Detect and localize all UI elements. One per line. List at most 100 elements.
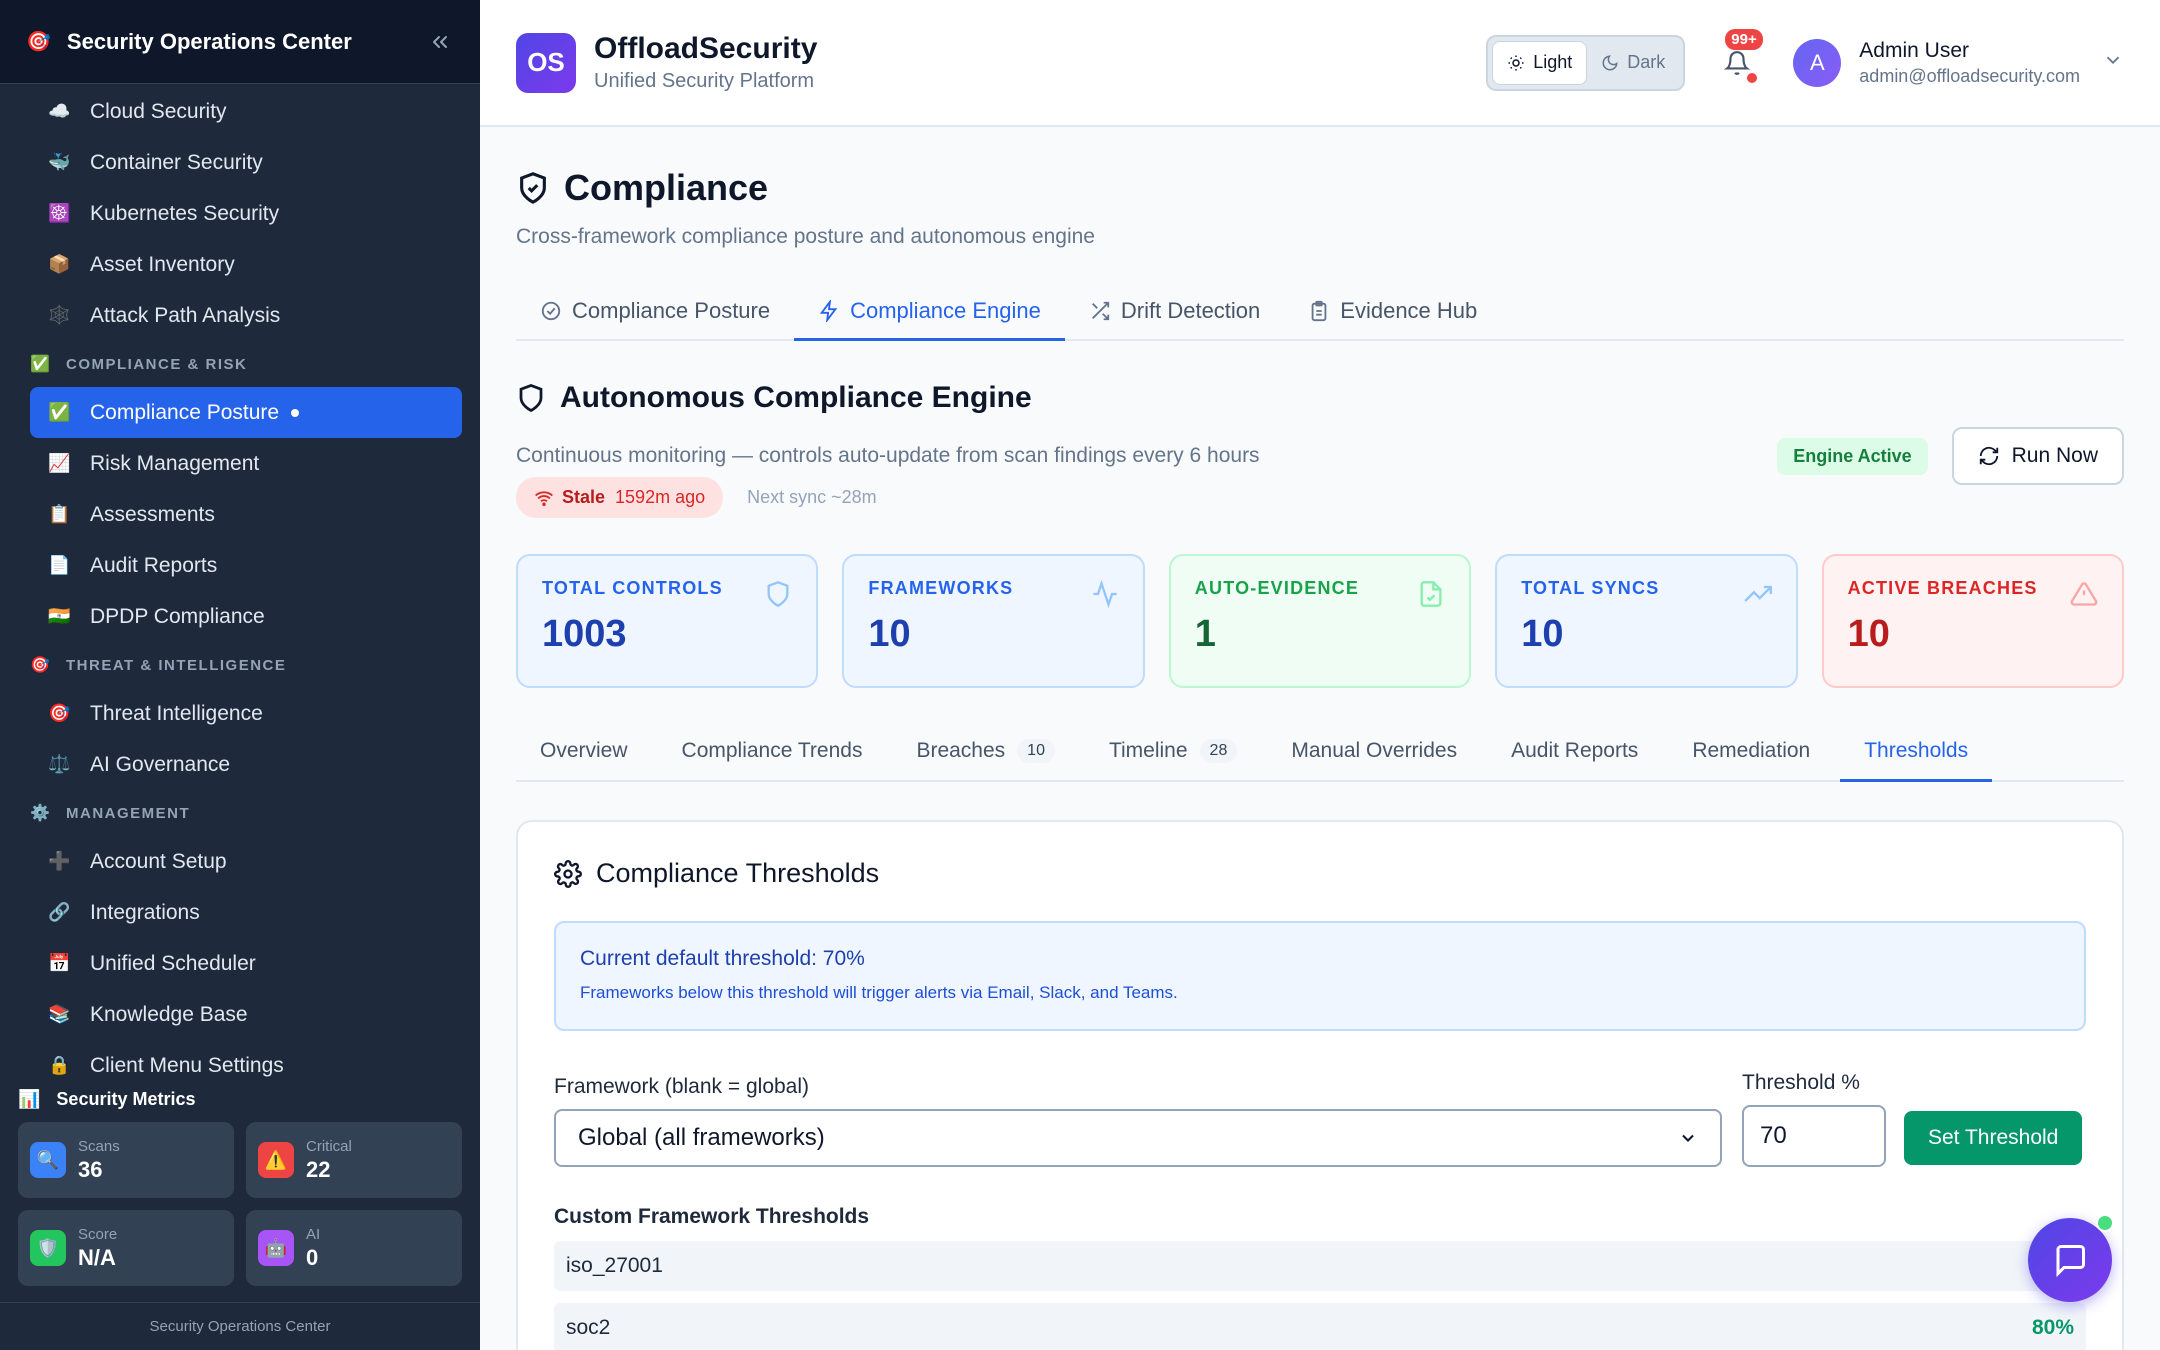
sidebar-item-label: Cloud Security xyxy=(90,99,227,123)
metric-label: AI xyxy=(306,1225,321,1243)
robot-icon: 🤖 xyxy=(258,1230,294,1266)
sidebar-item-assessments[interactable]: 📋 Assessments xyxy=(30,489,462,540)
subtab-thresholds[interactable]: Thresholds xyxy=(1840,722,1993,782)
theme-toggle: Light Dark xyxy=(1486,34,1686,91)
sidebar-item-attack-path-analysis[interactable]: 🕸️ Attack Path Analysis xyxy=(30,290,462,341)
user-block[interactable]: Admin User admin@offloadsecurity.com xyxy=(1859,39,2080,87)
tab-label: Drift Detection xyxy=(1120,297,1261,323)
run-now-button[interactable]: Run Now xyxy=(1951,427,2124,485)
threshold-input[interactable] xyxy=(1742,1105,1886,1167)
stat-label: AUTO-EVIDENCE xyxy=(1194,578,1360,598)
sidebar-item-label: Assessments xyxy=(90,502,215,526)
metrics-header: 📊 Security Metrics xyxy=(0,1082,480,1116)
theme-dark-label: Dark xyxy=(1627,52,1666,72)
threshold-group: Threshold % xyxy=(1742,1071,1886,1167)
stat-value: 1 xyxy=(1194,613,1216,655)
sidebar-item-client-menu-settings[interactable]: 🔒 Client Menu Settings xyxy=(30,1040,462,1080)
package-icon: 📦 xyxy=(48,254,71,274)
sidebar-item-ai-governance[interactable]: ⚖️ AI Governance xyxy=(30,739,462,790)
stat-label: TOTAL SYNCS xyxy=(1521,578,1660,598)
metric-value: 0 xyxy=(306,1244,319,1270)
shield-check-icon xyxy=(520,172,546,204)
page-title-row: Compliance xyxy=(516,167,2124,209)
sidebar-item-audit-reports[interactable]: 📄 Audit Reports xyxy=(30,540,462,591)
avatar[interactable]: A xyxy=(1793,38,1842,87)
framework-select[interactable]: Global (all frameworks) xyxy=(554,1109,1722,1167)
stat-auto-evidence: AUTO-EVIDENCE 1 xyxy=(1168,554,1472,688)
subtab-breaches[interactable]: Breaches 10 xyxy=(892,722,1079,782)
framework-name: iso_27001 xyxy=(566,1254,663,1277)
set-threshold-button[interactable]: Set Threshold xyxy=(1904,1111,2083,1165)
section-compliance-risk: ✅ COMPLIANCE & RISK xyxy=(0,341,480,387)
sidebar-item-integrations[interactable]: 🔗 Integrations xyxy=(30,887,462,938)
tab-label: Compliance Posture xyxy=(572,297,771,323)
engine-header: Autonomous Compliance Engine xyxy=(516,381,2124,415)
activity-icon xyxy=(1093,580,1117,608)
notification-dot xyxy=(1747,72,1758,83)
bar-chart-icon: 📊 xyxy=(18,1088,41,1109)
sidebar-item-container-security[interactable]: 🐳 Container Security xyxy=(30,137,462,188)
stat-value: 10 xyxy=(1521,613,1564,655)
wifi-icon xyxy=(535,490,553,506)
subtab-compliance-trends[interactable]: Compliance Trends xyxy=(658,722,887,782)
sidebar-item-kubernetes-security[interactable]: ☸️ Kubernetes Security xyxy=(30,188,462,239)
sidebar-item-threat-intelligence[interactable]: 🎯 Threat Intelligence xyxy=(30,688,462,739)
sidebar-item-dpdp-compliance[interactable]: 🇮🇳 DPDP Compliance xyxy=(30,591,462,642)
brand-block: OffloadSecurity Unified Security Platfor… xyxy=(594,32,817,93)
tab-drift-detection[interactable]: Drift Detection xyxy=(1065,283,1284,341)
sidebar-item-risk-management[interactable]: 📈 Risk Management xyxy=(30,438,462,489)
link-icon: 🔗 xyxy=(48,902,71,922)
check-box-icon: ✅ xyxy=(48,402,71,422)
sidebar-item-cloud-security[interactable]: ☁️ Cloud Security xyxy=(30,86,462,137)
sidebar-item-asset-inventory[interactable]: 📦 Asset Inventory xyxy=(30,239,462,290)
panel-title: Compliance Thresholds xyxy=(596,858,880,888)
theme-dark-button[interactable]: Dark xyxy=(1587,41,1679,85)
sidebar-item-unified-scheduler[interactable]: 📅 Unified Scheduler xyxy=(30,938,462,989)
online-indicator xyxy=(2096,1214,2114,1232)
sidebar-item-compliance-posture[interactable]: ✅ Compliance Posture xyxy=(30,387,462,438)
web-icon: 🕸️ xyxy=(48,305,71,325)
tab-label: Evidence Hub xyxy=(1340,297,1478,323)
clipboard-icon xyxy=(1311,300,1327,321)
tab-compliance-posture[interactable]: Compliance Posture xyxy=(516,283,794,341)
tab-evidence-hub[interactable]: Evidence Hub xyxy=(1284,283,1501,341)
panel-header: Compliance Thresholds xyxy=(554,858,2086,889)
sidebar-item-label: Audit Reports xyxy=(90,553,218,577)
theme-light-button[interactable]: Light xyxy=(1492,40,1588,85)
subtab-audit-reports[interactable]: Audit Reports xyxy=(1487,722,1662,782)
subtab-overview[interactable]: Overview xyxy=(516,722,652,782)
target-icon: 🎯 xyxy=(30,657,52,674)
sidebar-item-label: DPDP Compliance xyxy=(90,604,265,628)
refresh-icon xyxy=(1979,446,1998,466)
section-label: MANAGEMENT xyxy=(66,804,191,822)
sidebar-item-label: Risk Management xyxy=(90,451,260,475)
engine-description: Continuous monitoring — controls auto-up… xyxy=(516,444,1260,467)
subtab-manual-overrides[interactable]: Manual Overrides xyxy=(1267,722,1481,782)
list-item: soc2 80% xyxy=(554,1303,2086,1350)
document-icon: 📄 xyxy=(48,555,71,575)
chat-button[interactable] xyxy=(2028,1214,2114,1302)
tab-compliance-engine[interactable]: Compliance Engine xyxy=(794,283,1065,341)
sync-status-row: Stale 1592m ago Next sync ~28m xyxy=(516,477,2124,518)
notifications-button[interactable]: 99+ xyxy=(1715,28,1763,85)
theme-light-label: Light xyxy=(1533,52,1573,72)
sidebar-item-account-setup[interactable]: ➕ Account Setup xyxy=(30,836,462,887)
check-circle-icon xyxy=(541,301,561,320)
chart-icon: 📈 xyxy=(48,453,71,473)
stat-label: FRAMEWORKS xyxy=(868,578,1014,598)
sidebar-item-label: Attack Path Analysis xyxy=(90,303,281,327)
sidebar-item-knowledge-base[interactable]: 📚 Knowledge Base xyxy=(30,989,462,1040)
subtab-remediation[interactable]: Remediation xyxy=(1668,722,1834,782)
subtab-timeline[interactable]: Timeline 28 xyxy=(1085,722,1261,782)
search-icon: 🔍 xyxy=(30,1142,66,1178)
chevron-down-icon[interactable] xyxy=(2102,49,2124,76)
sidebar-item-label: Unified Scheduler xyxy=(90,951,256,975)
cloud-icon: ☁️ xyxy=(48,101,71,121)
metric-score: 🛡️ Score N/A xyxy=(18,1210,234,1286)
metric-label: Score xyxy=(78,1225,118,1243)
collapse-sidebar-icon[interactable] xyxy=(426,28,454,56)
run-now-label: Run Now xyxy=(2011,444,2098,467)
scales-icon: ⚖️ xyxy=(48,754,71,774)
user-email: admin@offloadsecurity.com xyxy=(1859,65,2080,86)
sidebar-item-label: Asset Inventory xyxy=(90,252,235,276)
